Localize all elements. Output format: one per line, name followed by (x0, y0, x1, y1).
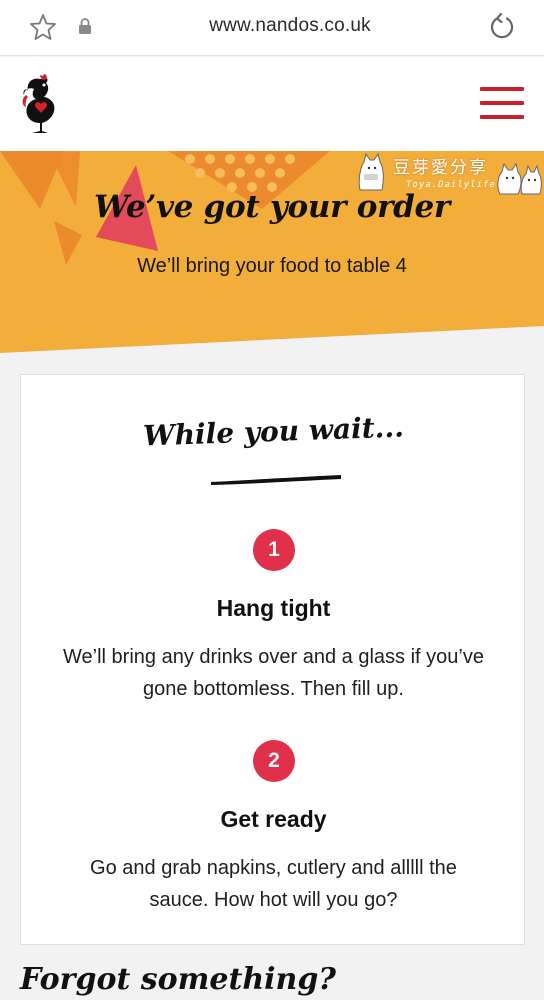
card-title: While you wait... (142, 410, 405, 453)
star-icon[interactable] (29, 13, 57, 41)
hamburger-menu-icon[interactable] (480, 87, 524, 123)
watermark: 豆芽愛分享 Toya.Dailylife (356, 150, 544, 198)
url-text[interactable]: www.nandos.co.uk (140, 15, 440, 37)
hero-subtitle: We’ll bring your food to table 4 (137, 255, 407, 277)
reload-icon[interactable] (487, 12, 517, 42)
step-description: We’ll bring any drinks over and a glass … (63, 646, 484, 700)
while-you-wait-card: While you wait... 1 Hang tight We’ll bri… (20, 374, 525, 945)
step-number-badge: 1 (253, 529, 295, 571)
lock-icon (79, 18, 91, 34)
step-title: Get ready (220, 806, 327, 832)
watermark-text: 豆芽愛分享 (393, 158, 488, 178)
nandos-logo[interactable] (18, 73, 62, 135)
title-underline (211, 475, 341, 485)
menu-bar (480, 101, 524, 105)
step-title: Hang tight (216, 595, 331, 621)
step-number-badge: 2 (253, 740, 295, 782)
forgot-something-heading: Forgot something? (20, 962, 336, 997)
menu-bar (480, 87, 524, 91)
watermark-subtext: Toya.Dailylife (406, 180, 496, 190)
browser-address-bar: www.nandos.co.uk (0, 0, 544, 56)
menu-bar (480, 115, 524, 119)
site-header (0, 57, 544, 151)
step-description: Go and grab napkins, cutlery and alllll … (90, 857, 457, 911)
